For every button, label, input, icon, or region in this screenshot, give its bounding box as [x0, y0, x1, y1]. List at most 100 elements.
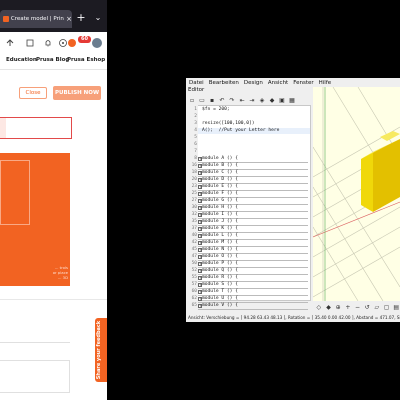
code-line-module: module E () { — [202, 184, 238, 189]
dropzone-hint: ... trols or place ... 3D — [52, 265, 68, 280]
line-number: 25 — [191, 191, 197, 196]
line-number: 40 — [191, 233, 197, 238]
menu-ansicht[interactable]: Ansicht — [268, 80, 288, 86]
line-number: 7 — [194, 149, 197, 154]
code-line-module: module L () { — [202, 233, 238, 238]
orthogonal-icon[interactable]: ▢ — [383, 304, 391, 311]
points-icon[interactable] — [67, 38, 77, 48]
bookmark-icon[interactable] — [25, 38, 35, 48]
code-line-module: module D () { — [202, 177, 238, 182]
code-line-module: module Q () { — [202, 268, 238, 273]
divider — [0, 299, 107, 300]
preview-icon[interactable]: ◈ — [258, 97, 266, 104]
code-line-module: module R () { — [202, 275, 238, 280]
tab-close-icon[interactable]: × — [66, 15, 72, 23]
code-line-module: module K () { — [202, 226, 238, 231]
line-number: 18 — [191, 170, 197, 175]
zoom-in-icon[interactable]: + — [344, 304, 352, 311]
menu-datei[interactable]: Datei — [189, 80, 204, 86]
zoom-out-icon[interactable]: − — [354, 304, 362, 311]
unindent-icon[interactable]: ⇤ — [238, 97, 246, 104]
menu-design[interactable]: Design — [244, 80, 263, 86]
code-line: $fn = 200; — [202, 107, 230, 112]
nav-link-education[interactable]: Education — [6, 57, 37, 63]
render-view-icon[interactable]: ◆ — [325, 304, 333, 311]
menu-hilfe[interactable]: Hilfe — [319, 80, 332, 86]
redo-icon[interactable]: ↷ — [228, 97, 236, 104]
code-line-module: module B () { — [202, 163, 238, 168]
line-number: 6 — [194, 142, 197, 147]
reset-view-icon[interactable]: ↺ — [363, 304, 371, 311]
line-number: 65 — [191, 303, 197, 308]
save-icon[interactable]: ▪ — [208, 97, 216, 104]
nav-link-prusa-eshop[interactable]: Prusa Eshop — [67, 57, 105, 63]
editor-toolbar: ▫ ▭ ▪ ↶ ↷ ⇤ ⇥ ◈ ◆ ▣ ▦ — [186, 95, 311, 105]
bell-icon[interactable] — [43, 38, 53, 48]
line-number: 52 — [191, 268, 197, 273]
code-line-module: module F () { — [202, 191, 238, 196]
avatar[interactable] — [92, 38, 102, 48]
undo-icon[interactable]: ↶ — [218, 97, 226, 104]
code-line-module: module J () { — [202, 219, 238, 224]
code-line-module: module I () { — [202, 212, 238, 217]
code-line-module: module V () { — [202, 303, 238, 308]
input-error-highlight — [0, 118, 6, 138]
code-line-module: module O () { — [202, 254, 238, 259]
perspective-icon[interactable]: ▱ — [373, 304, 381, 311]
viewport-toolbar: ◇ ◆ ⊕ + − ↺ ▱ ▢ ▤ — [313, 301, 400, 313]
editor-panel-title: Editor — [188, 87, 205, 93]
line-number: 1 — [194, 107, 197, 112]
code-line: resize([100,100,0]) — [202, 121, 255, 126]
export-icon[interactable]: ▦ — [288, 97, 296, 104]
line-number: 27 — [191, 198, 197, 203]
model-name-input[interactable] — [0, 117, 72, 139]
line-number: 37 — [191, 226, 197, 231]
line-number: 3 — [194, 121, 197, 126]
line-number: 8 — [194, 156, 197, 161]
view-top-icon[interactable]: ▤ — [392, 304, 400, 311]
form-field-underline — [0, 342, 70, 343]
tab-create-model[interactable]: Create model | Printables × — [0, 10, 72, 28]
zoom-all-icon[interactable]: ⊕ — [334, 304, 342, 311]
menu-bearbeiten[interactable]: Bearbeiten — [209, 80, 239, 86]
line-number: 2 — [194, 114, 197, 119]
upload-icon[interactable] — [5, 38, 15, 48]
line-number: 50 — [191, 261, 197, 266]
nav-link-prusa-blog[interactable]: Prusa Blog — [36, 57, 69, 63]
code-line-module: module S () { — [202, 282, 238, 287]
3d-viewport[interactable] — [313, 87, 400, 301]
preview-view-icon[interactable]: ◇ — [315, 304, 323, 311]
new-tab-button[interactable]: + — [75, 10, 87, 26]
menu-bar: Datei Bearbeiten Design Ansicht Fenster … — [186, 78, 400, 87]
line-number: 30 — [191, 205, 197, 210]
code-line-module: module A () { — [202, 156, 238, 161]
new-file-icon[interactable]: ▫ — [188, 97, 196, 104]
export-stl-icon[interactable]: ▣ — [278, 97, 286, 104]
code-line: A(); //Put your Letter here — [202, 128, 280, 133]
line-number: 45 — [191, 247, 197, 252]
line-number: 57 — [191, 282, 197, 287]
description-field[interactable] — [0, 360, 70, 393]
open-file-icon[interactable]: ▭ — [198, 97, 206, 104]
list-tabs-button[interactable]: ⌄ — [92, 10, 104, 26]
status-bar: Ansicht: Verschiebung = [ 94.28 63.43 48… — [186, 313, 400, 322]
line-number: 62 — [191, 296, 197, 301]
code-line-module: module U () { — [202, 296, 238, 301]
line-number: 55 — [191, 275, 197, 280]
render-icon[interactable]: ◆ — [268, 97, 276, 104]
menu-fenster[interactable]: Fenster — [293, 80, 313, 86]
code-line-module: module N () { — [202, 247, 238, 252]
dropzone-frame — [0, 160, 30, 225]
code-line-module: module H () { — [202, 205, 238, 210]
line-number: 42 — [191, 240, 197, 245]
code-line-module: module P () { — [202, 261, 238, 266]
line-number: 5 — [194, 135, 197, 140]
indent-icon[interactable]: ⇥ — [248, 97, 256, 104]
publish-now-button[interactable]: PUBLISH NOW — [53, 86, 101, 100]
printables-favicon-icon — [3, 16, 9, 22]
line-number: 16 — [191, 163, 197, 168]
line-number: 32 — [191, 212, 197, 217]
close-button[interactable]: Close — [19, 87, 47, 99]
code-line-module: module T () { — [202, 289, 238, 294]
tab-title: Create model | Printables — [10, 16, 64, 22]
